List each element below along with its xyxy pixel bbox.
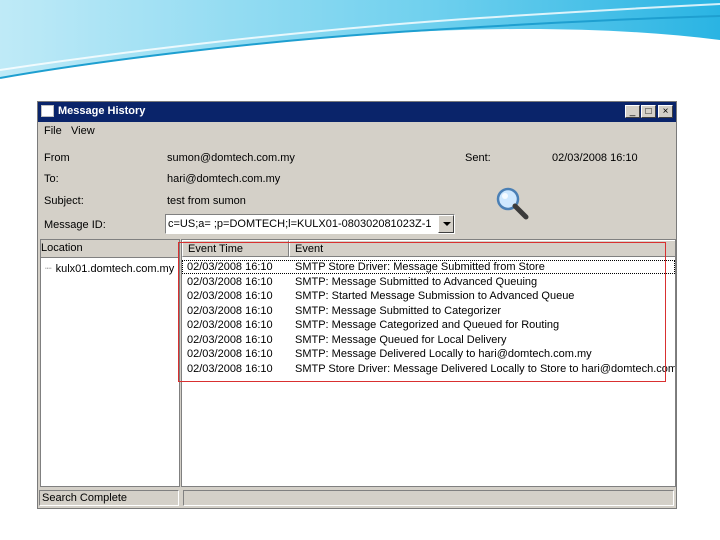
menu-view[interactable]: View [71,125,95,137]
from-value: sumon@domtech.com.my [167,152,295,164]
subject-label: Subject: [44,195,84,207]
window-icon [41,105,54,117]
status-bar: Search Complete [38,488,676,508]
maximize-button[interactable]: □ [641,105,656,118]
status-panel: Search Complete [39,490,179,506]
subject-value: test from sumon [167,195,246,207]
title-bar[interactable]: Message History _ □ × [38,102,676,122]
from-label: From [44,152,70,164]
magnifier-icon [496,187,529,220]
sent-value: 02/03/2008 16:10 [552,152,638,164]
chevron-down-icon[interactable] [438,215,454,233]
slide-header-decoration [0,0,720,79]
status-text: Search Complete [42,492,127,504]
sent-label: Sent: [465,152,491,164]
status-panel-secondary [183,490,674,506]
to-label: To: [44,173,59,185]
highlight-box [178,242,666,382]
message-id-value: c=US;a= ;p=DOMTECH;l=KULX01-080302081023… [168,218,432,230]
location-tree-item[interactable]: ┈ kulx01.domtech.com.my [45,262,174,275]
message-id-label: Message ID: [44,219,106,231]
close-button[interactable]: × [658,105,673,118]
tree-connector-icon: ┈ [45,263,52,275]
menu-bar: File View [38,122,676,140]
location-item-label: kulx01.domtech.com.my [55,263,175,275]
location-header: Location [41,240,179,258]
message-id-dropdown[interactable]: c=US;a= ;p=DOMTECH;l=KULX01-080302081023… [165,214,455,234]
minimize-button[interactable]: _ [625,105,640,118]
location-header-label: Location [41,242,83,254]
to-value: hari@domtech.com.my [167,173,281,185]
window-title: Message History [58,105,146,117]
menu-file[interactable]: File [44,125,62,137]
location-pane: Location ┈ kulx01.domtech.com.my [40,239,180,487]
